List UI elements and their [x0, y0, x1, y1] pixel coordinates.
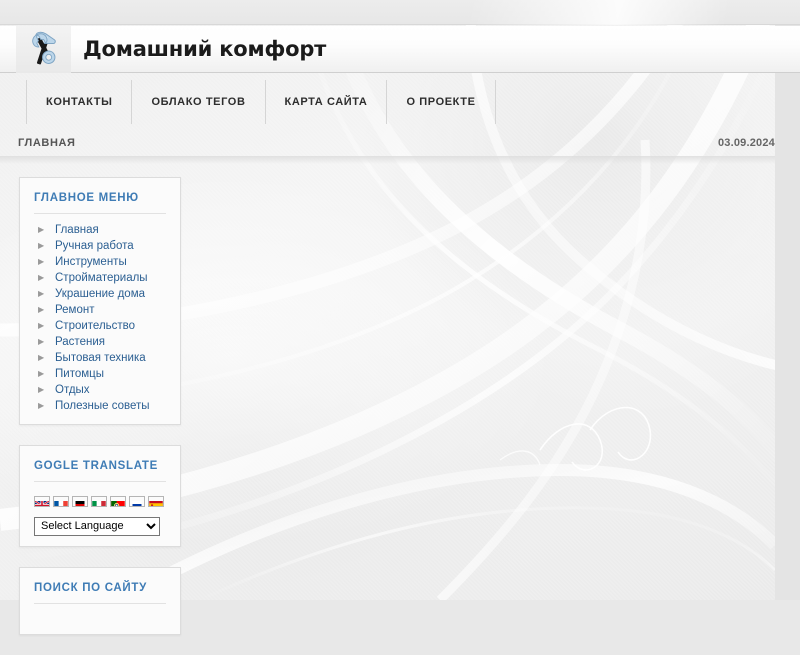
- sidebar-item-label: Ручная работа: [55, 240, 134, 252]
- panel-title-translate: GOGLE TRANSLATE: [34, 460, 166, 482]
- arrow-right-icon: ▶: [38, 241, 45, 250]
- panel-title-search: ПОИСК ПО САЙТУ: [34, 582, 166, 604]
- nav-item-tag-cloud[interactable]: ОБЛАКО ТЕГОВ: [132, 79, 266, 124]
- sidebar-item-label: Украшение дома: [55, 288, 146, 300]
- flag-france-icon: [54, 501, 68, 506]
- main-navigation-list: КОНТАКТЫ ОБЛАКО ТЕГОВ КАРТА САЙТА О ПРОЕ…: [26, 79, 496, 124]
- sidebar-item-label: Строительство: [55, 320, 136, 332]
- sidebar-item-stroymaterialy[interactable]: ▶ Стройматериалы: [34, 270, 166, 286]
- language-flag-list: [34, 486, 166, 516]
- flag-portugal-icon: [111, 501, 125, 506]
- panel-google-translate: GOGLE TRANSLATE Select Language: [19, 445, 181, 547]
- sidebar-item-bytovaya-tehnika[interactable]: ▶ Бытовая техника: [34, 350, 166, 366]
- site-header: Домашний комфорт: [0, 25, 800, 73]
- sidebar-item-label: Стройматериалы: [55, 272, 148, 284]
- sidebar-item-poleznye-sovety[interactable]: ▶ Полезные советы: [34, 398, 166, 414]
- flag-italy[interactable]: [91, 496, 107, 507]
- main-navigation: КОНТАКТЫ ОБЛАКО ТЕГОВ КАРТА САЙТА О ПРОЕ…: [0, 74, 800, 129]
- flag-germany[interactable]: [72, 496, 88, 507]
- sidebar-item-instrumenty[interactable]: ▶ Инструменты: [34, 254, 166, 270]
- flag-russia-icon: [132, 501, 142, 506]
- flag-germany-icon: [75, 501, 85, 506]
- sidebar-item-label: Главная: [55, 224, 99, 236]
- flag-italy-icon: [92, 501, 106, 506]
- sidebar-item-rasteniya[interactable]: ▶ Растения: [34, 334, 166, 350]
- panel-title-main-menu: ГЛАВНОЕ МЕНЮ: [34, 192, 166, 214]
- sidebar-item-label: Растения: [55, 336, 105, 348]
- sidebar-item-label: Бытовая техника: [55, 352, 146, 364]
- arrow-right-icon: ▶: [38, 225, 45, 234]
- sidebar-item-label: Отдых: [55, 384, 90, 396]
- site-title: Домашний комфорт: [83, 37, 327, 61]
- sidebar-item-ukrashenie-doma[interactable]: ▶ Украшение дома: [34, 286, 166, 302]
- flag-united-kingdom-icon: [35, 500, 49, 506]
- main-menu-list: ▶ Главная ▶ Ручная работа ▶ Инструменты …: [34, 218, 166, 414]
- flag-portugal[interactable]: [110, 496, 126, 507]
- panel-main-menu: ГЛАВНОЕ МЕНЮ ▶ Главная ▶ Ручная работа ▶…: [19, 177, 181, 425]
- flag-spain-icon: [149, 501, 163, 506]
- arrow-right-icon: ▶: [38, 353, 45, 362]
- breadcrumb-bar: ГЛАВНАЯ 03.09.2024: [0, 129, 800, 164]
- top-strip: [0, 0, 800, 25]
- arrow-right-icon: ▶: [38, 289, 45, 298]
- arrow-right-icon: ▶: [38, 321, 45, 330]
- sidebar-item-otdyh[interactable]: ▶ Отдых: [34, 382, 166, 398]
- nav-item-contacts[interactable]: КОНТАКТЫ: [26, 79, 133, 124]
- sidebar: ГЛАВНОЕ МЕНЮ ▶ Главная ▶ Ручная работа ▶…: [19, 177, 181, 655]
- nav-item-about[interactable]: О ПРОЕКТЕ: [387, 79, 496, 124]
- flag-russia[interactable]: [129, 496, 145, 507]
- sidebar-item-pitomcy[interactable]: ▶ Питомцы: [34, 366, 166, 382]
- breadcrumb-current: ГЛАВНАЯ: [18, 136, 76, 149]
- site-logo[interactable]: [16, 25, 71, 73]
- sidebar-item-label: Ремонт: [55, 304, 95, 316]
- sidebar-item-label: Инструменты: [55, 256, 127, 268]
- nav-item-sitemap[interactable]: КАРТА САЙТА: [266, 79, 388, 124]
- top-strip-sheen: [470, 0, 800, 25]
- arrow-right-icon: ▶: [38, 337, 45, 346]
- arrow-right-icon: ▶: [38, 257, 45, 266]
- sidebar-item-ruchnaya-rabota[interactable]: ▶ Ручная работа: [34, 238, 166, 254]
- arrow-right-icon: ▶: [38, 369, 45, 378]
- flag-united-kingdom[interactable]: [34, 496, 50, 507]
- hammer-wrench-icon: [31, 31, 56, 65]
- breadcrumb-shadow: [0, 156, 775, 164]
- current-date: 03.09.2024: [717, 136, 775, 149]
- sidebar-item-label: Полезные советы: [55, 400, 150, 412]
- sidebar-item-glavnaya[interactable]: ▶ Главная: [34, 222, 166, 238]
- arrow-right-icon: ▶: [38, 273, 45, 282]
- sidebar-item-remont[interactable]: ▶ Ремонт: [34, 302, 166, 318]
- flag-spain[interactable]: [148, 496, 164, 507]
- sidebar-item-label: Питомцы: [55, 368, 104, 380]
- arrow-right-icon: ▶: [38, 401, 45, 410]
- flag-france[interactable]: [53, 496, 69, 507]
- language-select[interactable]: Select Language: [34, 516, 160, 536]
- panel-site-search: ПОИСК ПО САЙТУ: [19, 566, 181, 635]
- sidebar-item-stroitelstvo[interactable]: ▶ Строительство: [34, 318, 166, 334]
- arrow-right-icon: ▶: [38, 305, 45, 314]
- arrow-right-icon: ▶: [38, 385, 45, 394]
